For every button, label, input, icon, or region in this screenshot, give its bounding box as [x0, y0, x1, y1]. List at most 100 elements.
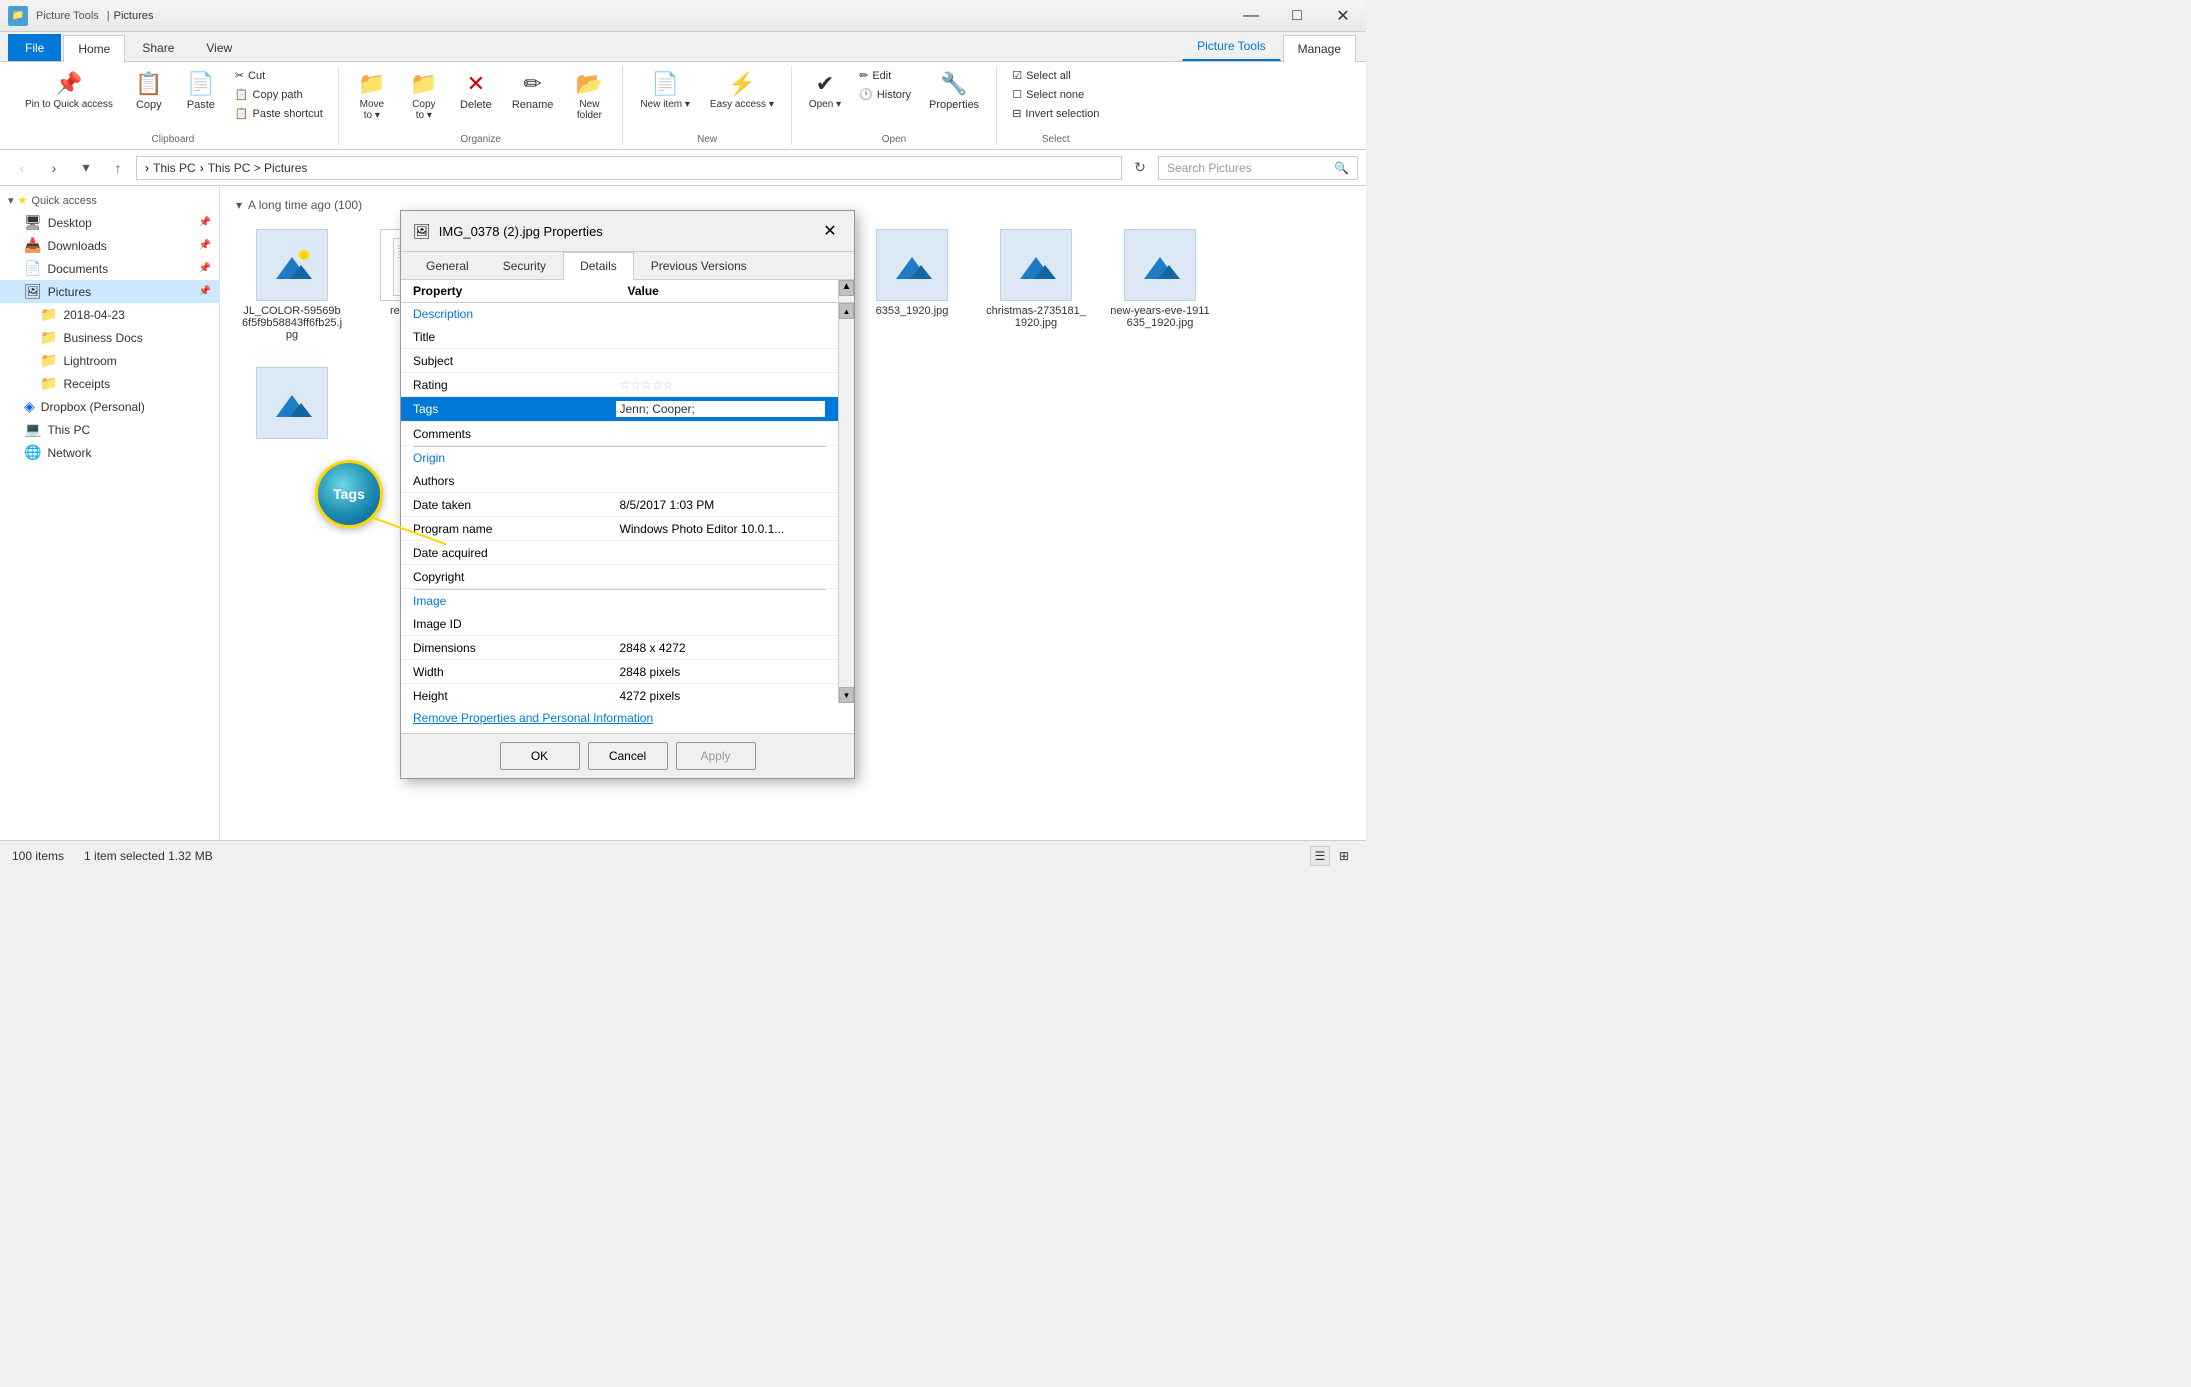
props-row-subject[interactable]: Subject	[401, 349, 838, 373]
sidebar-item-desktop[interactable]: 🖥 Desktop 📌	[0, 211, 219, 234]
properties-dialog[interactable]: 🖼 IMG_0378 (2).jpg Properties ✕ General …	[400, 210, 855, 779]
scroll-up-button[interactable]: ▲	[839, 303, 854, 319]
delete-button[interactable]: ✕ Delete	[451, 66, 501, 116]
props-row-dimensions[interactable]: Dimensions 2848 x 4272	[401, 636, 838, 660]
sidebar-item-documents[interactable]: 📄 Documents 📌	[0, 257, 219, 280]
edit-button[interactable]: ✏ Edit	[852, 66, 918, 85]
sidebar-item-2018[interactable]: 📁 2018-04-23	[0, 303, 219, 326]
tab-file[interactable]: File	[8, 34, 61, 61]
props-row-program-name[interactable]: Program name Windows Photo Editor 10.0.1…	[401, 517, 838, 541]
sidebar-item-network[interactable]: 🌐 Network	[0, 441, 219, 464]
new-item-button[interactable]: 📄 New item ▾	[631, 66, 698, 115]
props-row-date-acquired[interactable]: Date acquired	[401, 541, 838, 565]
minimize-button[interactable]: —	[1228, 0, 1274, 32]
props-row-copyright[interactable]: Copyright	[401, 565, 838, 589]
copy-icon: 📋	[135, 71, 162, 97]
move-to-button[interactable]: 📁 Moveto ▾	[347, 66, 397, 126]
up-button[interactable]: ↑	[104, 154, 132, 182]
props-row-tags[interactable]: Tags	[401, 397, 838, 422]
copy-button[interactable]: 📋 Copy	[124, 66, 174, 116]
dialog-tab-previous-versions[interactable]: Previous Versions	[634, 252, 764, 279]
copy-to-icon: 📁	[410, 71, 437, 97]
file-item-christmas[interactable]: christmas-2735181_1920.jpg	[976, 220, 1096, 350]
props-row-height[interactable]: Height 4272 pixels	[401, 684, 838, 703]
properties-body[interactable]: Description Title Subject Rating ☆☆☆☆☆	[401, 303, 854, 703]
props-row-rating[interactable]: Rating ☆☆☆☆☆	[401, 373, 838, 397]
select-none-button[interactable]: ☐ Select none	[1005, 85, 1106, 104]
title-bar-title: Pictures	[114, 10, 154, 22]
props-row-title[interactable]: Title	[401, 325, 838, 349]
search-icon: 🔍	[1334, 161, 1349, 175]
details-view-button[interactable]: ☰	[1310, 846, 1330, 866]
props-row-authors[interactable]: Authors	[401, 469, 838, 493]
tags-input-container[interactable]	[615, 400, 827, 418]
large-icons-view-button[interactable]: ⊞	[1334, 846, 1354, 866]
pin-to-quick-access-button[interactable]: 📌 Pin to Quick access	[16, 66, 122, 116]
props-row-comments[interactable]: Comments	[401, 422, 838, 446]
dialog-tab-details[interactable]: Details	[563, 252, 634, 280]
dialog-tab-general[interactable]: General	[409, 252, 486, 279]
new-folder-button[interactable]: 📂 Newfolder	[564, 66, 614, 126]
height-label: Height	[413, 689, 620, 703]
scroll-down-button[interactable]: ▼	[839, 687, 854, 703]
sidebar-item-receipts[interactable]: 📁 Receipts	[0, 372, 219, 395]
invert-selection-button[interactable]: ⊟ Invert selection	[1005, 104, 1106, 123]
open-button[interactable]: ✔ Open ▾	[800, 66, 850, 115]
remove-properties-link[interactable]: Remove Properties and Personal Informati…	[401, 703, 854, 733]
ribbon-group-open: ✔ Open ▾ ✏ Edit 🕐 History 🔧 Properties O…	[792, 66, 997, 145]
sidebar-item-lightroom[interactable]: 📁 Lightroom	[0, 349, 219, 372]
pin-indicator-3: 📌	[199, 263, 211, 274]
apply-button[interactable]: Apply	[676, 742, 756, 770]
search-box[interactable]: Search Pictures 🔍	[1158, 156, 1358, 180]
refresh-button[interactable]: ↻	[1126, 154, 1154, 182]
app-icon: 📁	[8, 6, 28, 26]
copy-path-button[interactable]: 📋 Copy path	[228, 85, 330, 104]
sidebar-item-this-pc[interactable]: 💻 This PC	[0, 418, 219, 441]
copy-to-button[interactable]: 📁 Copyto ▾	[399, 66, 449, 126]
tab-manage[interactable]: Manage	[1283, 35, 1356, 62]
props-scrollbar[interactable]: ▲ ▼	[838, 303, 854, 703]
ok-button[interactable]: OK	[500, 742, 580, 770]
file-item-new-years-eve[interactable]: new-years-eve-1911635_1920.jpg	[1100, 220, 1220, 350]
cancel-button[interactable]: Cancel	[588, 742, 668, 770]
recent-locations-button[interactable]: ▾	[72, 154, 100, 182]
props-row-width[interactable]: Width 2848 pixels	[401, 660, 838, 684]
address-this-pc[interactable]: This PC	[153, 161, 196, 175]
sidebar-item-downloads[interactable]: 📥 Downloads 📌	[0, 234, 219, 257]
history-button[interactable]: 🕐 History	[852, 85, 918, 104]
props-row-image-id[interactable]: Image ID	[401, 612, 838, 636]
sidebar-item-dropbox[interactable]: ◈ Dropbox (Personal)	[0, 395, 219, 418]
properties-button[interactable]: 🔧 Properties	[920, 66, 988, 116]
tab-home[interactable]: Home	[63, 35, 125, 62]
maximize-button[interactable]: □	[1274, 0, 1320, 32]
pin-indicator: 📌	[199, 217, 211, 228]
comments-property-label: Comments	[413, 427, 620, 441]
sidebar-item-business[interactable]: 📁 Business Docs	[0, 326, 219, 349]
file-item-6353[interactable]: 6353_1920.jpg	[852, 220, 972, 350]
tags-input-field[interactable]	[620, 402, 822, 416]
address-path[interactable]: › This PC › This PC > Pictures	[136, 156, 1122, 180]
program-name-label: Program name	[413, 522, 620, 536]
dimensions-value: 2848 x 4272	[620, 641, 827, 655]
paste-shortcut-button[interactable]: 📋 Paste shortcut	[228, 104, 330, 123]
cut-button[interactable]: ✂ Cut	[228, 66, 330, 85]
select-all-button[interactable]: ☑ Select all	[1005, 66, 1106, 85]
file-item-extra1[interactable]	[232, 358, 352, 452]
address-pictures[interactable]: This PC > Pictures	[208, 161, 308, 175]
easy-access-button[interactable]: ⚡ Easy access ▾	[701, 66, 783, 115]
dialog-tab-security[interactable]: Security	[486, 252, 563, 279]
forward-button[interactable]: ›	[40, 154, 68, 182]
rating-property-value: ☆☆☆☆☆	[620, 378, 827, 392]
paste-button[interactable]: 📄 Paste	[176, 66, 226, 116]
back-button[interactable]: ‹	[8, 154, 36, 182]
file-item-jl-color[interactable]: JL_COLOR-59569b6f5f9b58843ff6fb25.jpg	[232, 220, 352, 350]
tab-share[interactable]: Share	[127, 34, 189, 61]
dialog-close-button[interactable]: ✕	[818, 219, 842, 243]
rename-button[interactable]: ✏ Rename	[503, 66, 563, 116]
quick-access-header[interactable]: ▾ ★ Quick access	[0, 190, 219, 211]
close-button[interactable]: ✕	[1320, 0, 1366, 32]
ribbon-group-clipboard: 📌 Pin to Quick access 📋 Copy 📄 Paste ✂ C…	[8, 66, 339, 145]
sidebar-item-pictures[interactable]: 🖼 Pictures 📌	[0, 280, 219, 303]
props-row-date-taken[interactable]: Date taken 8/5/2017 1:03 PM	[401, 493, 838, 517]
tab-view[interactable]: View	[191, 34, 247, 61]
